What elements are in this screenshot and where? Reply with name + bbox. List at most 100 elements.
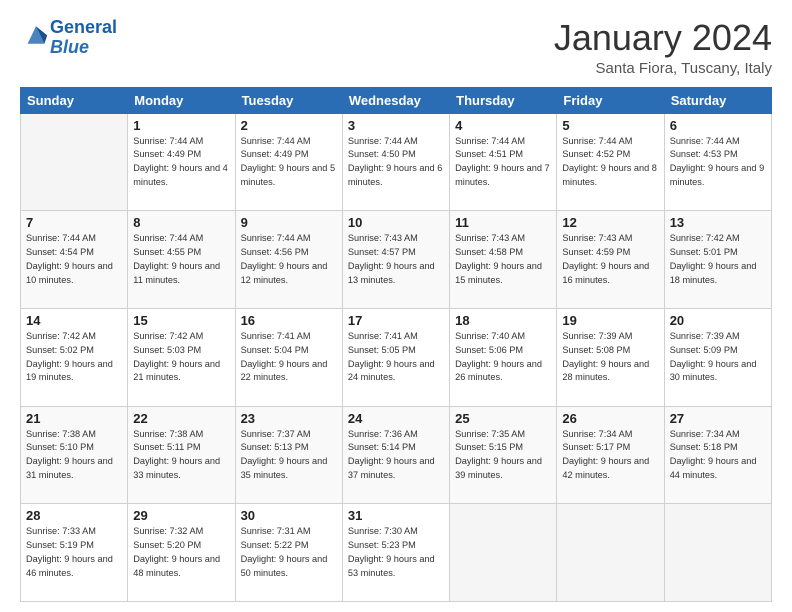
weekday-header-sunday: Sunday [21, 87, 128, 113]
calendar-cell: 23 Sunrise: 7:37 AMSunset: 5:13 PMDaylig… [235, 406, 342, 504]
day-number: 31 [348, 508, 444, 523]
day-detail: Sunrise: 7:38 AMSunset: 5:11 PMDaylight:… [133, 428, 229, 483]
day-number: 8 [133, 215, 229, 230]
day-detail: Sunrise: 7:30 AMSunset: 5:23 PMDaylight:… [348, 525, 444, 580]
week-row-5: 28 Sunrise: 7:33 AMSunset: 5:19 PMDaylig… [21, 504, 772, 602]
calendar-cell: 20 Sunrise: 7:39 AMSunset: 5:09 PMDaylig… [664, 308, 771, 406]
weekday-header-row: SundayMondayTuesdayWednesdayThursdayFrid… [21, 87, 772, 113]
calendar-cell: 16 Sunrise: 7:41 AMSunset: 5:04 PMDaylig… [235, 308, 342, 406]
day-detail: Sunrise: 7:37 AMSunset: 5:13 PMDaylight:… [241, 428, 337, 483]
day-detail: Sunrise: 7:44 AMSunset: 4:50 PMDaylight:… [348, 135, 444, 190]
calendar-cell: 8 Sunrise: 7:44 AMSunset: 4:55 PMDayligh… [128, 211, 235, 309]
calendar-cell: 3 Sunrise: 7:44 AMSunset: 4:50 PMDayligh… [342, 113, 449, 211]
day-number: 24 [348, 411, 444, 426]
calendar-cell: 31 Sunrise: 7:30 AMSunset: 5:23 PMDaylig… [342, 504, 449, 602]
week-row-1: 1 Sunrise: 7:44 AMSunset: 4:49 PMDayligh… [21, 113, 772, 211]
logo-icon [22, 21, 50, 49]
day-number: 9 [241, 215, 337, 230]
day-detail: Sunrise: 7:43 AMSunset: 4:57 PMDaylight:… [348, 232, 444, 287]
day-detail: Sunrise: 7:40 AMSunset: 5:06 PMDaylight:… [455, 330, 551, 385]
calendar-cell: 2 Sunrise: 7:44 AMSunset: 4:49 PMDayligh… [235, 113, 342, 211]
calendar-cell: 5 Sunrise: 7:44 AMSunset: 4:52 PMDayligh… [557, 113, 664, 211]
day-detail: Sunrise: 7:42 AMSunset: 5:03 PMDaylight:… [133, 330, 229, 385]
weekday-header-monday: Monday [128, 87, 235, 113]
calendar-cell: 1 Sunrise: 7:44 AMSunset: 4:49 PMDayligh… [128, 113, 235, 211]
calendar-cell [450, 504, 557, 602]
day-detail: Sunrise: 7:42 AMSunset: 5:01 PMDaylight:… [670, 232, 766, 287]
day-number: 27 [670, 411, 766, 426]
day-number: 22 [133, 411, 229, 426]
calendar-cell [21, 113, 128, 211]
day-detail: Sunrise: 7:39 AMSunset: 5:08 PMDaylight:… [562, 330, 658, 385]
calendar-cell [664, 504, 771, 602]
weekday-header-wednesday: Wednesday [342, 87, 449, 113]
day-number: 17 [348, 313, 444, 328]
day-number: 13 [670, 215, 766, 230]
calendar-cell: 22 Sunrise: 7:38 AMSunset: 5:11 PMDaylig… [128, 406, 235, 504]
day-number: 6 [670, 118, 766, 133]
day-detail: Sunrise: 7:44 AMSunset: 4:49 PMDaylight:… [241, 135, 337, 190]
calendar-cell: 29 Sunrise: 7:32 AMSunset: 5:20 PMDaylig… [128, 504, 235, 602]
week-row-2: 7 Sunrise: 7:44 AMSunset: 4:54 PMDayligh… [21, 211, 772, 309]
day-number: 30 [241, 508, 337, 523]
calendar-cell: 7 Sunrise: 7:44 AMSunset: 4:54 PMDayligh… [21, 211, 128, 309]
calendar-cell: 30 Sunrise: 7:31 AMSunset: 5:22 PMDaylig… [235, 504, 342, 602]
day-number: 10 [348, 215, 444, 230]
day-number: 19 [562, 313, 658, 328]
day-detail: Sunrise: 7:44 AMSunset: 4:51 PMDaylight:… [455, 135, 551, 190]
day-detail: Sunrise: 7:33 AMSunset: 5:19 PMDaylight:… [26, 525, 122, 580]
calendar-cell: 17 Sunrise: 7:41 AMSunset: 5:05 PMDaylig… [342, 308, 449, 406]
header: General Blue January 2024 Santa Fiora, T… [20, 18, 772, 77]
day-detail: Sunrise: 7:43 AMSunset: 4:59 PMDaylight:… [562, 232, 658, 287]
day-detail: Sunrise: 7:44 AMSunset: 4:55 PMDaylight:… [133, 232, 229, 287]
calendar-table: SundayMondayTuesdayWednesdayThursdayFrid… [20, 87, 772, 602]
calendar-cell [557, 504, 664, 602]
calendar-cell: 24 Sunrise: 7:36 AMSunset: 5:14 PMDaylig… [342, 406, 449, 504]
day-number: 7 [26, 215, 122, 230]
day-number: 11 [455, 215, 551, 230]
day-number: 14 [26, 313, 122, 328]
day-number: 4 [455, 118, 551, 133]
day-detail: Sunrise: 7:31 AMSunset: 5:22 PMDaylight:… [241, 525, 337, 580]
day-detail: Sunrise: 7:41 AMSunset: 5:04 PMDaylight:… [241, 330, 337, 385]
calendar-cell: 14 Sunrise: 7:42 AMSunset: 5:02 PMDaylig… [21, 308, 128, 406]
calendar-cell: 28 Sunrise: 7:33 AMSunset: 5:19 PMDaylig… [21, 504, 128, 602]
weekday-header-friday: Friday [557, 87, 664, 113]
week-row-4: 21 Sunrise: 7:38 AMSunset: 5:10 PMDaylig… [21, 406, 772, 504]
calendar-cell: 26 Sunrise: 7:34 AMSunset: 5:17 PMDaylig… [557, 406, 664, 504]
location-subtitle: Santa Fiora, Tuscany, Italy [554, 60, 772, 77]
day-detail: Sunrise: 7:39 AMSunset: 5:09 PMDaylight:… [670, 330, 766, 385]
day-number: 15 [133, 313, 229, 328]
day-number: 18 [455, 313, 551, 328]
calendar-cell: 6 Sunrise: 7:44 AMSunset: 4:53 PMDayligh… [664, 113, 771, 211]
logo-text: General Blue [50, 18, 117, 58]
day-number: 16 [241, 313, 337, 328]
page: General Blue January 2024 Santa Fiora, T… [0, 0, 792, 612]
day-detail: Sunrise: 7:43 AMSunset: 4:58 PMDaylight:… [455, 232, 551, 287]
month-title: January 2024 [554, 18, 772, 58]
day-detail: Sunrise: 7:38 AMSunset: 5:10 PMDaylight:… [26, 428, 122, 483]
day-detail: Sunrise: 7:36 AMSunset: 5:14 PMDaylight:… [348, 428, 444, 483]
calendar-cell: 15 Sunrise: 7:42 AMSunset: 5:03 PMDaylig… [128, 308, 235, 406]
calendar-cell: 25 Sunrise: 7:35 AMSunset: 5:15 PMDaylig… [450, 406, 557, 504]
calendar-cell: 9 Sunrise: 7:44 AMSunset: 4:56 PMDayligh… [235, 211, 342, 309]
calendar-cell: 19 Sunrise: 7:39 AMSunset: 5:08 PMDaylig… [557, 308, 664, 406]
day-number: 5 [562, 118, 658, 133]
calendar-cell: 27 Sunrise: 7:34 AMSunset: 5:18 PMDaylig… [664, 406, 771, 504]
day-detail: Sunrise: 7:32 AMSunset: 5:20 PMDaylight:… [133, 525, 229, 580]
weekday-header-thursday: Thursday [450, 87, 557, 113]
logo: General Blue [20, 18, 117, 58]
day-detail: Sunrise: 7:41 AMSunset: 5:05 PMDaylight:… [348, 330, 444, 385]
week-row-3: 14 Sunrise: 7:42 AMSunset: 5:02 PMDaylig… [21, 308, 772, 406]
day-number: 29 [133, 508, 229, 523]
calendar-cell: 11 Sunrise: 7:43 AMSunset: 4:58 PMDaylig… [450, 211, 557, 309]
weekday-header-tuesday: Tuesday [235, 87, 342, 113]
day-number: 21 [26, 411, 122, 426]
day-detail: Sunrise: 7:44 AMSunset: 4:52 PMDaylight:… [562, 135, 658, 190]
day-number: 25 [455, 411, 551, 426]
day-number: 3 [348, 118, 444, 133]
day-number: 12 [562, 215, 658, 230]
day-number: 1 [133, 118, 229, 133]
day-detail: Sunrise: 7:35 AMSunset: 5:15 PMDaylight:… [455, 428, 551, 483]
day-number: 23 [241, 411, 337, 426]
